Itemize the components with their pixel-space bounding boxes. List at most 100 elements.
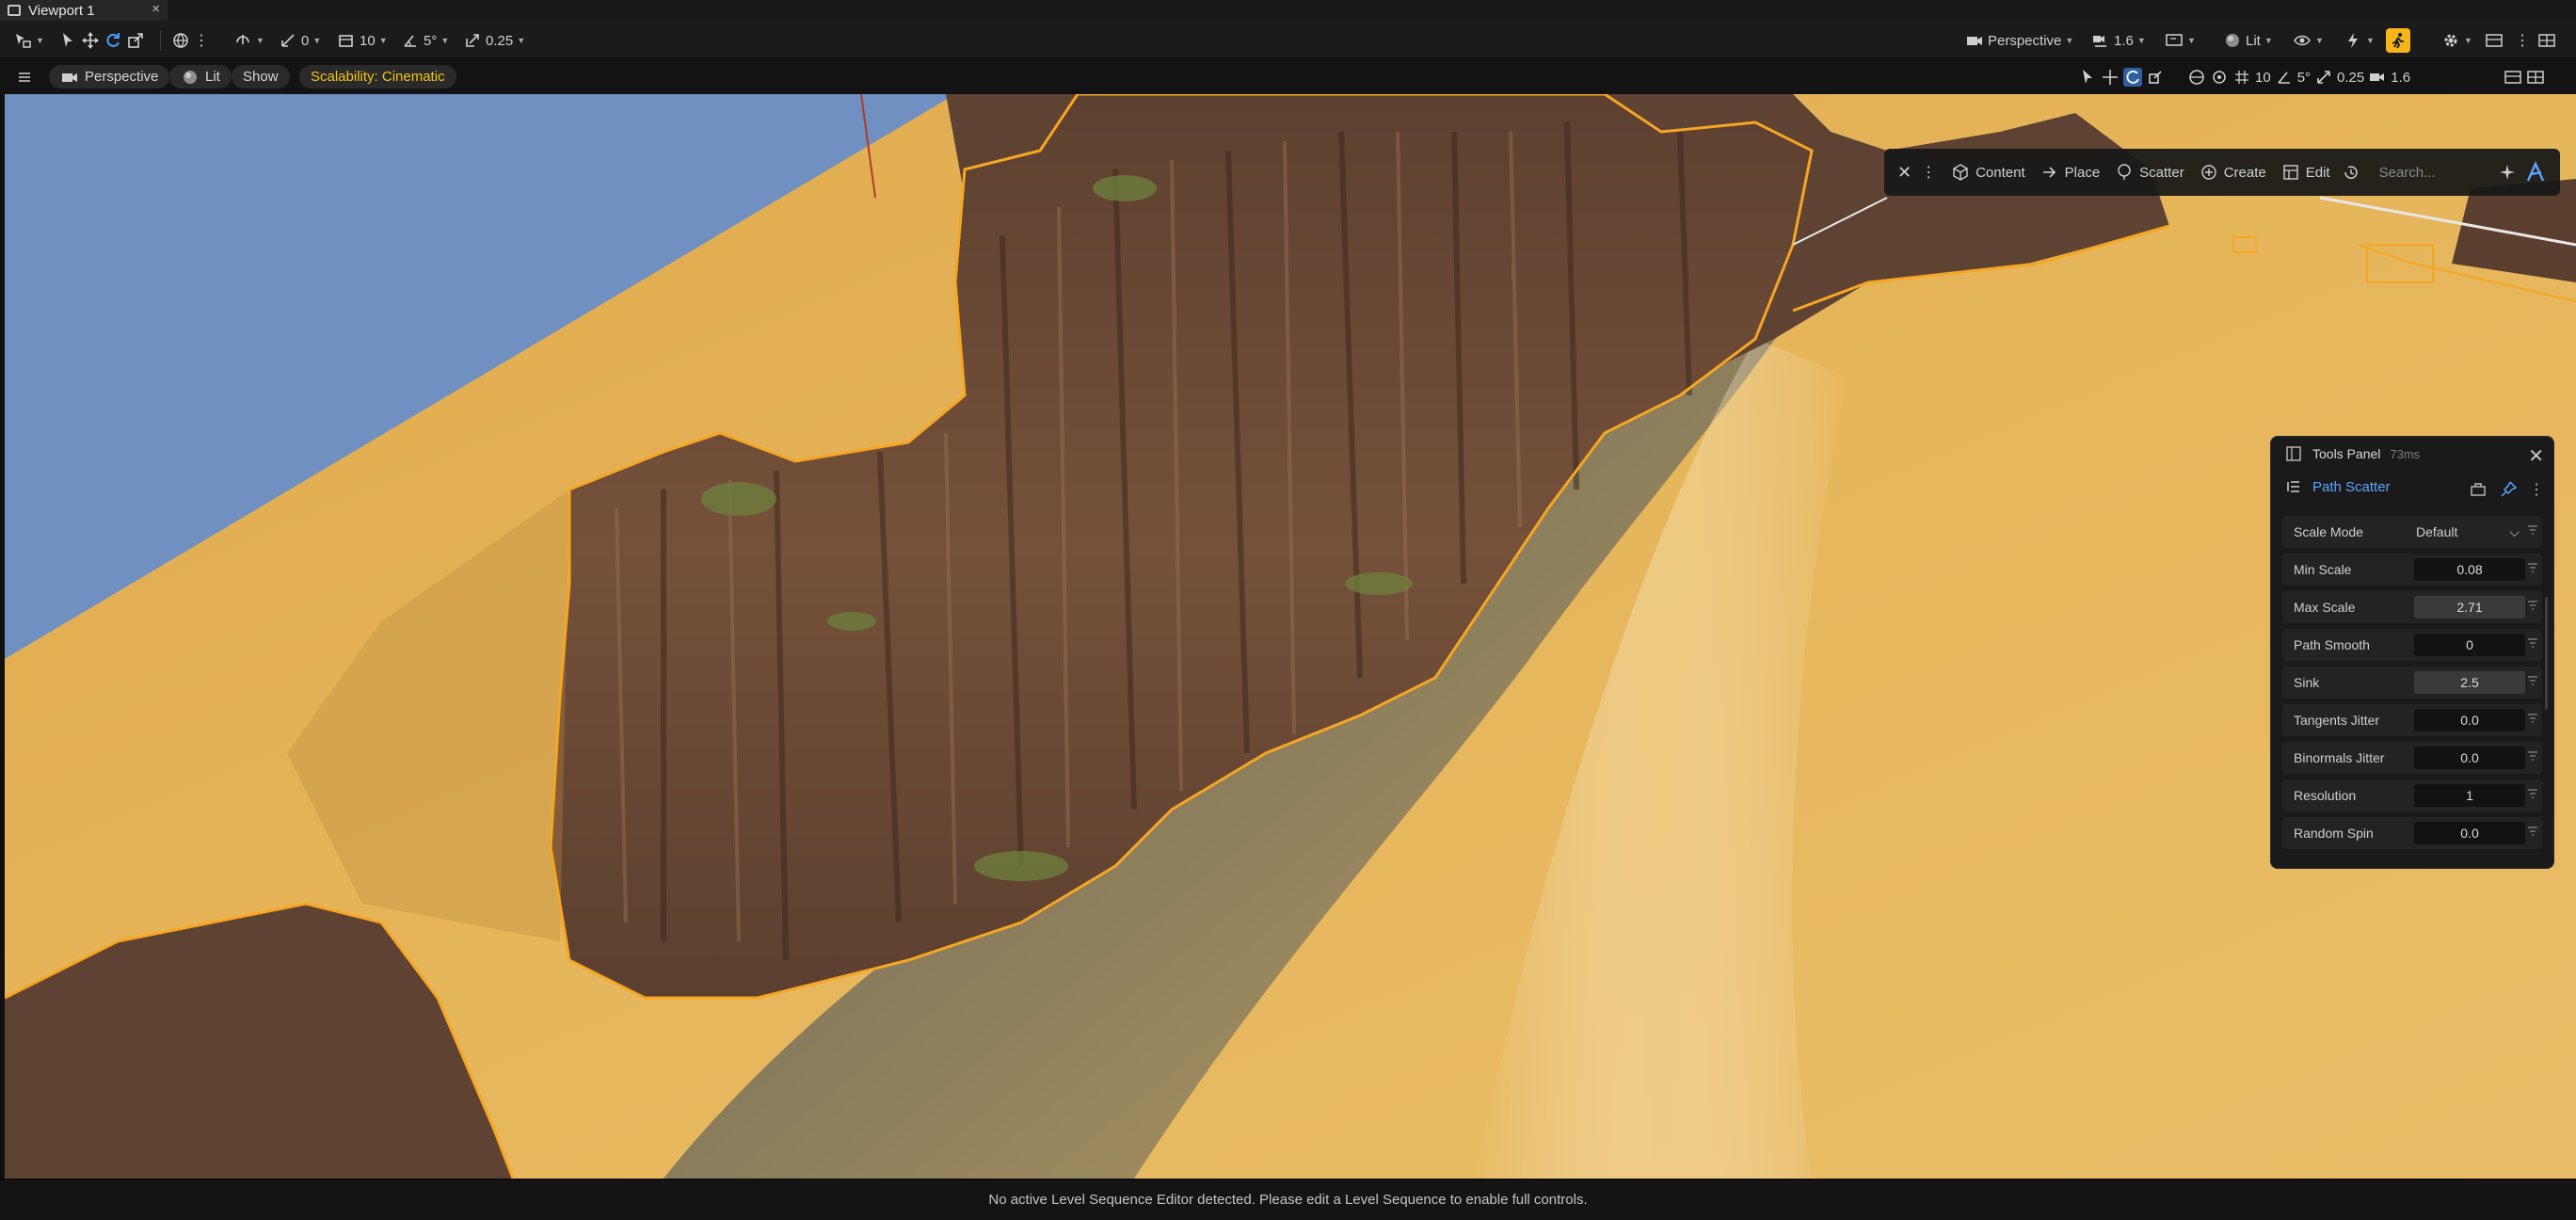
reset-icon[interactable] xyxy=(2527,788,2538,801)
chevron-down-icon: ▼ xyxy=(2264,36,2273,45)
selection-mode-dropdown[interactable]: ▼ xyxy=(13,28,44,53)
reset-icon[interactable] xyxy=(2527,637,2538,650)
game-view-toggle[interactable] xyxy=(2386,28,2410,53)
select-arrow-icon[interactable] xyxy=(2078,68,2097,87)
scale-snap-dropdown[interactable]: 0.25 ▼ xyxy=(463,28,525,53)
scalability-pill[interactable]: Scalability: Cinematic xyxy=(299,65,456,88)
camera-speed-icon[interactable] xyxy=(2368,68,2387,87)
close-icon[interactable]: ✕ xyxy=(1897,163,1912,183)
reset-icon[interactable] xyxy=(2527,750,2538,763)
pin-icon[interactable] xyxy=(2499,480,2518,499)
scale-snap-value: 0.25 xyxy=(486,32,514,49)
tool-name[interactable]: Path Scatter xyxy=(2312,479,2391,495)
select-arrow-icon[interactable] xyxy=(58,31,77,50)
world-local-toggle[interactable]: ⋮ xyxy=(171,28,209,53)
perspective-pill[interactable]: Perspective xyxy=(49,65,170,88)
reset-icon[interactable] xyxy=(2527,826,2538,839)
resolution-input[interactable]: 1 xyxy=(2414,784,2525,807)
random-spin-input[interactable]: 0.0 xyxy=(2414,822,2525,844)
tools-panel-scrollbar[interactable] xyxy=(2545,597,2548,710)
maximize-viewport-button[interactable] xyxy=(2537,28,2556,53)
briefcase-icon[interactable] xyxy=(2469,480,2488,499)
rotate-snap-dropdown[interactable]: 0 ▼ xyxy=(279,28,321,53)
more-icon[interactable]: ⋮ xyxy=(2529,480,2544,499)
property-scale-mode: Scale Mode Default ⌵ xyxy=(2282,516,2542,548)
mode-content[interactable]: Content xyxy=(1951,163,2025,182)
rotate-icon[interactable] xyxy=(104,31,122,50)
camera-speed-dropdown[interactable]: 1.6 ▼ xyxy=(2091,28,2146,53)
path-smooth-input[interactable]: 0 xyxy=(2414,634,2525,656)
scene-render xyxy=(5,94,2576,1179)
viewport-layout-button[interactable] xyxy=(2485,28,2504,53)
scale-snap-icon[interactable] xyxy=(2314,68,2333,87)
globe-icon[interactable] xyxy=(2187,68,2206,87)
surface-snap-icon[interactable] xyxy=(2210,68,2229,87)
settings-dropdown[interactable]: ▼ xyxy=(2441,28,2472,53)
move-icon[interactable] xyxy=(81,31,100,50)
show-pill[interactable]: Show xyxy=(232,65,290,88)
scatter-icon xyxy=(2115,163,2134,182)
eye-icon xyxy=(2293,31,2312,50)
reset-icon[interactable] xyxy=(2527,562,2538,575)
brand-logo-icon[interactable] xyxy=(2524,161,2547,184)
title-bar: Viewport 1 × xyxy=(0,0,2576,21)
mode-create[interactable]: Create xyxy=(2200,163,2266,182)
mode-scatter[interactable]: Scatter xyxy=(2115,163,2184,182)
property-label: Binormals Jitter xyxy=(2294,750,2385,765)
chevron-down-icon: ▼ xyxy=(2464,36,2472,45)
max-scale-slider[interactable]: 2.71 xyxy=(2414,596,2525,618)
more-icon[interactable]: ⋮ xyxy=(194,31,209,50)
mode-place[interactable]: Place xyxy=(2040,163,2100,182)
mode-edit[interactable]: Edit xyxy=(2281,163,2330,182)
grid-snap-icon[interactable] xyxy=(2232,68,2251,87)
grid-layout-icon[interactable] xyxy=(2526,68,2545,87)
rotate-icon[interactable] xyxy=(2123,68,2142,87)
close-tab-icon[interactable]: × xyxy=(152,1,160,17)
globe-icon xyxy=(171,31,190,50)
list-icon xyxy=(2284,477,2303,496)
more-icon[interactable]: ⋮ xyxy=(1921,163,1936,182)
more-options[interactable]: ⋮ xyxy=(2515,28,2530,53)
view-mode-label: Perspective xyxy=(1988,32,2062,49)
viewport-layout-tools xyxy=(2504,65,2545,89)
angle-snap-dropdown[interactable]: 5° ▼ xyxy=(401,28,449,53)
grid-snap-dropdown[interactable]: 10 ▼ xyxy=(337,28,388,53)
panel-layout-icon[interactable] xyxy=(2504,68,2522,87)
lit-pill[interactable]: Lit xyxy=(169,65,232,88)
move-icon[interactable] xyxy=(2101,68,2120,87)
reset-icon[interactable] xyxy=(2527,600,2538,613)
sink-slider[interactable]: 2.5 xyxy=(2414,671,2525,694)
close-icon[interactable]: ✕ xyxy=(2528,444,2544,468)
main-toolbar: ▼ ⋮ ▼ 0 ▼ 10 ▼ 5° ▼ 0.25 ▼ Perspective ▼ xyxy=(0,21,2576,58)
history-icon[interactable] xyxy=(2342,163,2360,182)
reset-icon[interactable] xyxy=(2527,524,2538,538)
view-mode-dropdown[interactable]: Perspective ▼ xyxy=(1965,28,2073,53)
angle-snap-icon xyxy=(401,31,420,50)
binormals-jitter-input[interactable]: 0.0 xyxy=(2414,746,2525,769)
realtime-dropdown[interactable]: ▼ xyxy=(2344,28,2375,53)
scale-icon[interactable] xyxy=(126,31,145,50)
min-scale-input[interactable]: 0.08 xyxy=(2414,558,2525,581)
sparkle-icon[interactable] xyxy=(2498,163,2517,182)
viewport-grid-value: 10 xyxy=(2255,69,2271,86)
property-label: Tangents Jitter xyxy=(2294,713,2380,728)
property-max-scale: Max Scale 2.71 xyxy=(2282,591,2542,623)
tangents-jitter-input[interactable]: 0.0 xyxy=(2414,709,2525,731)
viewport-tab[interactable]: Viewport 1 × xyxy=(0,0,168,21)
lit-mode-dropdown[interactable]: Lit ▼ xyxy=(2223,28,2273,53)
reset-icon[interactable] xyxy=(2527,713,2538,726)
surface-snap-dropdown[interactable]: ▼ xyxy=(233,28,264,53)
scale-mode-dropdown[interactable]: Default ⌵ xyxy=(2407,521,2527,543)
chevron-down-icon: ▼ xyxy=(440,36,450,45)
scale-icon[interactable] xyxy=(2146,68,2165,87)
angle-snap-icon[interactable] xyxy=(2275,68,2294,87)
reset-icon[interactable] xyxy=(2527,675,2538,688)
chevron-down-icon: ▼ xyxy=(256,36,264,45)
layout-dropdown[interactable]: ▼ xyxy=(2165,28,2196,53)
show-flags-dropdown[interactable]: ▼ xyxy=(2293,28,2324,53)
level-viewport[interactable] xyxy=(5,94,2576,1179)
chevron-down-icon: ▼ xyxy=(2065,36,2074,45)
camera-speed-icon xyxy=(2091,31,2110,50)
mode-search-input[interactable]: Search... xyxy=(2379,165,2436,181)
hamburger-menu[interactable] xyxy=(15,65,34,89)
